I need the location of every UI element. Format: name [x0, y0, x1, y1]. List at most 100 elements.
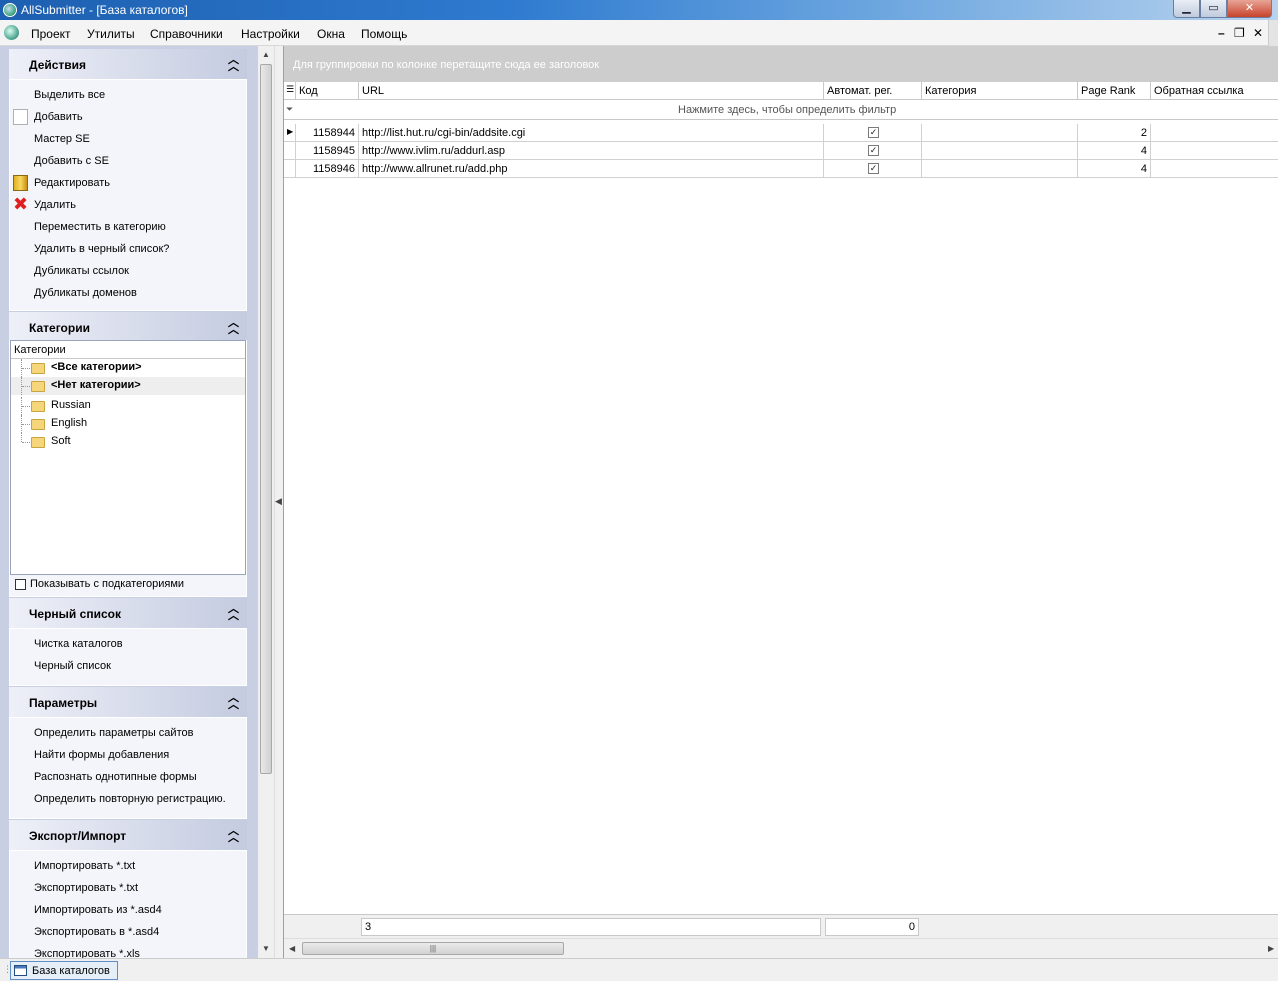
action-export-xls[interactable]: Экспортировать *.xls [34, 948, 140, 958]
book-icon [13, 175, 28, 191]
tree-item-all[interactable]: <Все категории> [11, 359, 245, 377]
categories-title: Категории [29, 321, 90, 335]
action-add-label: Добавить [34, 111, 83, 123]
menu-references[interactable]: Справочники [150, 27, 223, 41]
category-tree[interactable]: Категории <Все категории> <Нет категории… [10, 340, 246, 575]
action-import-asd4[interactable]: Импортировать из *.asd4 [34, 904, 162, 916]
action-export-txt[interactable]: Экспортировать *.txt [34, 882, 138, 894]
delete-icon: ✖ [13, 194, 29, 214]
column-url[interactable]: URL [359, 82, 824, 100]
panel-splitter[interactable]: ◀ [274, 46, 282, 958]
row-indicator-icon: ▶ [287, 127, 294, 136]
tree-item-english[interactable]: English [11, 415, 245, 433]
action-import-txt[interactable]: Импортировать *.txt [34, 860, 135, 872]
action-delete[interactable]: ✖ Удалить [13, 195, 76, 213]
action-duplicate-domains[interactable]: Дубликаты доменов [34, 287, 137, 299]
catalog-grid: Для группировки по колонке перетащите сю… [283, 46, 1278, 958]
collapse-icon[interactable]: ︿ ︿ [228, 604, 239, 622]
status-bar: ⋮ База каталогов [0, 958, 1278, 981]
menu-project[interactable]: Проект [31, 27, 71, 41]
scroll-up-icon[interactable]: ▲ [262, 50, 270, 59]
action-clean-catalogs[interactable]: Чистка каталогов [34, 638, 123, 650]
footer-sum: 0 [825, 918, 919, 936]
menu-utilities[interactable]: Утилиты [87, 27, 135, 41]
scroll-right-icon[interactable]: ▶ [1268, 944, 1274, 953]
blacklist-group: Чистка каталогов Черный список [9, 628, 247, 686]
auto-reg-checkbox[interactable]: ✓ [868, 145, 879, 156]
collapse-icon[interactable]: ︿ ︿ [228, 55, 239, 73]
column-chooser[interactable]: ☰ [284, 82, 296, 100]
action-export-asd4[interactable]: Экспортировать в *.asd4 [34, 926, 159, 938]
mdi-close-button[interactable]: ✕ [1253, 26, 1263, 40]
action-find-add-forms[interactable]: Найти формы добавления [34, 749, 169, 761]
blacklist-header[interactable]: Черный список ︿ ︿ [9, 598, 247, 628]
column-backlink[interactable]: Обратная ссылка [1151, 82, 1278, 100]
action-add[interactable]: Добавить [13, 109, 83, 125]
table-row[interactable]: ▶ 1158944 http://list.hut.ru/cgi-bin/add… [284, 124, 1278, 142]
grid-horizontal-scrollbar[interactable]: ◀ ||| ▶ [284, 938, 1278, 958]
mdi-child-icon[interactable] [4, 25, 19, 40]
tree-item-soft[interactable]: Soft [11, 433, 245, 451]
mdi-restore-button[interactable]: ❐ [1234, 26, 1245, 40]
collapse-left-icon[interactable]: ◀ [275, 496, 282, 507]
folder-icon [31, 419, 45, 430]
table-row[interactable]: 1158945 http://www.ivlim.ru/addurl.asp ✓… [284, 142, 1278, 160]
collapse-icon[interactable]: ︿ ︿ [228, 318, 239, 336]
scroll-down-icon[interactable]: ▼ [262, 944, 270, 953]
auto-reg-checkbox[interactable]: ✓ [868, 163, 879, 174]
minimize-button[interactable]: ▁ [1173, 0, 1200, 18]
tree-item-russian[interactable]: Russian [11, 397, 245, 415]
action-select-all[interactable]: Выделить все [34, 89, 105, 101]
footer-count: 3 [361, 918, 821, 936]
h-scroll-thumb[interactable]: ||| [302, 942, 564, 955]
scroll-thumb[interactable] [260, 64, 272, 774]
action-detect-site-params[interactable]: Определить параметры сайтов [34, 727, 193, 739]
group-by-panel[interactable]: Для группировки по колонке перетащите сю… [284, 46, 1278, 82]
close-button[interactable]: ✕ [1227, 0, 1272, 18]
show-subcategories-checkbox[interactable] [15, 579, 26, 590]
filter-row[interactable]: ⏷ Нажмите здесь, чтобы определить фильтр [284, 100, 1278, 120]
column-auto-reg[interactable]: Автомат. рег. [824, 82, 922, 100]
app-icon[interactable] [3, 3, 17, 17]
action-delete-to-blacklist[interactable]: Удалить в черный список? [34, 243, 169, 255]
window-tab-catalog-base[interactable]: База каталогов [10, 961, 118, 980]
export-header[interactable]: Экспорт/Импорт ︿ ︿ [9, 820, 247, 850]
auto-reg-checkbox[interactable]: ✓ [868, 127, 879, 138]
column-code[interactable]: Код [296, 82, 359, 100]
action-move-to-category[interactable]: Переместить в категорию [34, 221, 166, 233]
collapse-icon[interactable]: ︿ ︿ [228, 693, 239, 711]
document-icon [13, 109, 28, 125]
table-row[interactable]: 1158946 http://www.allrunet.ru/add.php ✓… [284, 160, 1278, 178]
title-bar: AllSubmitter - [База каталогов] ▁ ▭ ✕ [0, 0, 1278, 20]
menu-help[interactable]: Помощь [361, 27, 407, 41]
tree-item-none[interactable]: <Нет категории> [11, 377, 245, 395]
column-category[interactable]: Категория [922, 82, 1078, 100]
window-icon [14, 965, 27, 976]
menu-settings[interactable]: Настройки [241, 27, 300, 41]
action-blacklist[interactable]: Черный список [34, 660, 111, 672]
grid-footer: 3 0 [284, 914, 1278, 938]
categories-header[interactable]: Категории ︿ ︿ [9, 312, 247, 342]
action-wizard-se[interactable]: Мастер SE [34, 133, 90, 145]
mdi-scroll[interactable] [1268, 20, 1278, 46]
category-tree-header[interactable]: Категории [11, 341, 245, 359]
nav-vertical-scrollbar[interactable]: ▲ ▼ [259, 46, 273, 958]
nav-panel: Действия ︿ ︿ Выделить все Добавить Мастер… [0, 46, 258, 958]
scroll-left-icon[interactable]: ◀ [289, 944, 295, 953]
menu-windows[interactable]: Окна [317, 27, 345, 41]
params-header[interactable]: Параметры ︿ ︿ [9, 687, 247, 717]
window-title: AllSubmitter - [База каталогов] [21, 3, 188, 17]
action-detect-re-registration[interactable]: Определить повторную регистрацию. [34, 793, 226, 805]
action-add-from-se[interactable]: Добавить с SE [34, 155, 109, 167]
collapse-icon[interactable]: ︿ ︿ [228, 826, 239, 844]
show-subcategories-label: Показывать с подкатегориями [30, 578, 185, 590]
action-edit[interactable]: Редактировать [13, 175, 110, 191]
folder-icon [31, 363, 45, 374]
action-recognize-forms[interactable]: Распознать однотипные формы [34, 771, 197, 783]
column-page-rank[interactable]: Page Rank [1078, 82, 1151, 100]
folder-icon [31, 401, 45, 412]
actions-header[interactable]: Действия ︿ ︿ [9, 49, 247, 79]
mdi-minimize-button[interactable]: – [1218, 26, 1225, 40]
maximize-button[interactable]: ▭ [1200, 0, 1227, 18]
action-duplicate-links[interactable]: Дубликаты ссылок [34, 265, 129, 277]
